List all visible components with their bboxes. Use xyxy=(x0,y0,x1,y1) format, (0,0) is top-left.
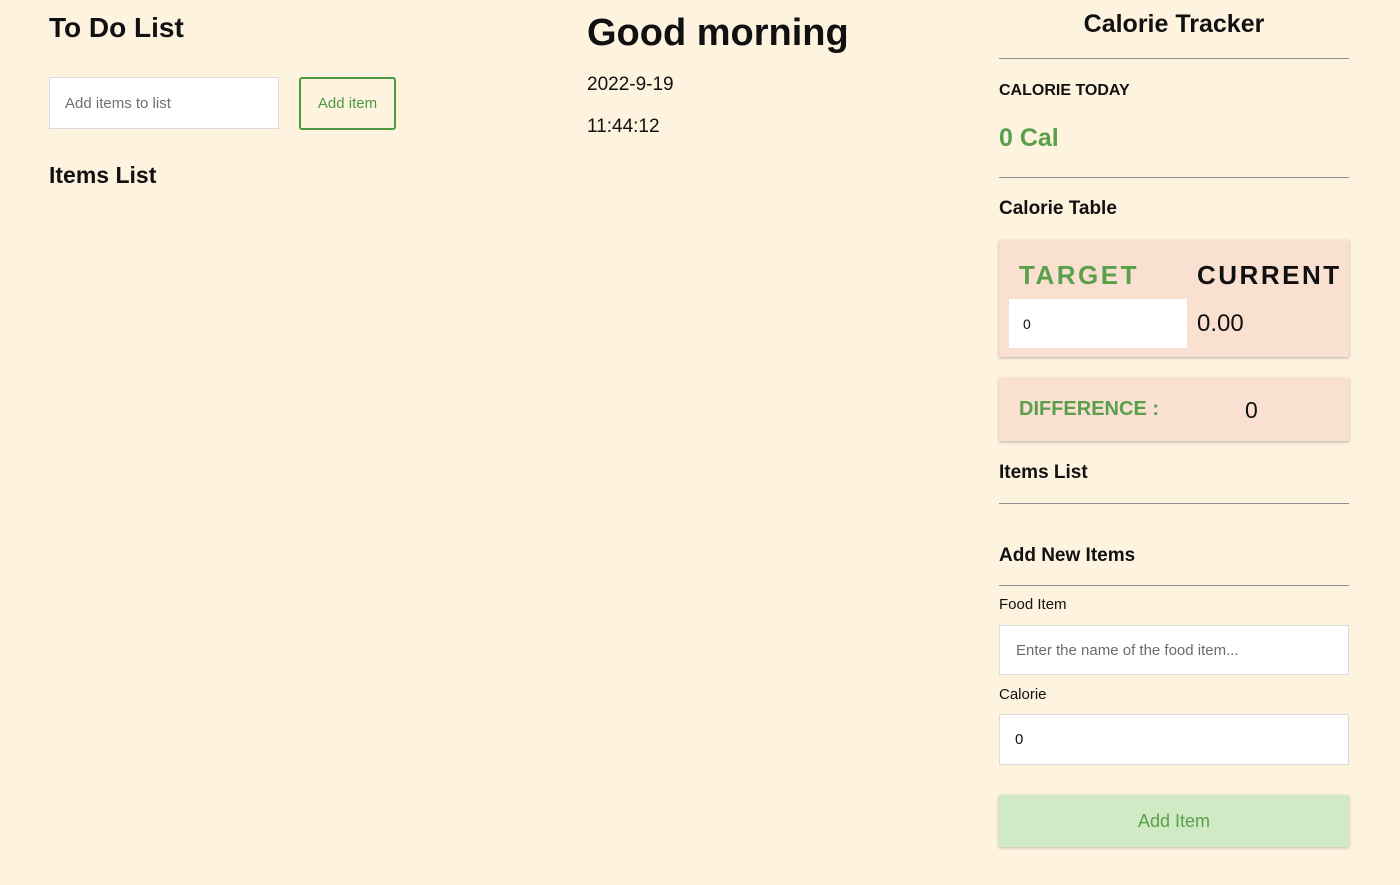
todo-items-list-title: Items List xyxy=(49,162,157,188)
divider xyxy=(999,585,1349,586)
add-todo-button[interactable]: Add item xyxy=(299,77,396,130)
difference-card: DIFFERENCE : 0 xyxy=(999,378,1349,441)
current-date: 2022-9-19 xyxy=(587,74,674,95)
current-label: CURRENT xyxy=(1197,260,1342,290)
calorie-tracker-title: Calorie Tracker xyxy=(1083,10,1265,38)
target-input[interactable] xyxy=(1009,299,1187,348)
divider xyxy=(999,503,1349,504)
calorie-items-list-title: Items List xyxy=(999,462,1088,483)
add-new-items-title: Add New Items xyxy=(999,545,1136,566)
difference-value: 0 xyxy=(1245,397,1258,423)
calorie-today-label: CALORIE TODAY xyxy=(999,82,1130,99)
todo-title: To Do List xyxy=(49,12,184,43)
target-label: TARGET xyxy=(1019,260,1139,290)
current-time: 11:44:12 xyxy=(587,116,660,137)
food-item-input[interactable] xyxy=(999,625,1349,675)
todo-input[interactable] xyxy=(49,77,279,129)
divider xyxy=(999,58,1349,59)
calorie-today-value: 0 Cal xyxy=(999,124,1059,152)
add-food-item-button[interactable]: Add Item xyxy=(999,795,1349,847)
calorie-input[interactable] xyxy=(999,714,1349,765)
calorie-label: Calorie xyxy=(999,686,1047,703)
calorie-table-card: TARGET CURRENT 0.00 xyxy=(999,240,1349,357)
current-value: 0.00 xyxy=(1197,310,1244,337)
difference-label: DIFFERENCE : xyxy=(1019,398,1159,420)
food-item-label: Food Item xyxy=(999,596,1067,613)
greeting-title: Good morning xyxy=(587,12,849,54)
divider xyxy=(999,177,1349,178)
calorie-table-title: Calorie Table xyxy=(999,198,1117,219)
